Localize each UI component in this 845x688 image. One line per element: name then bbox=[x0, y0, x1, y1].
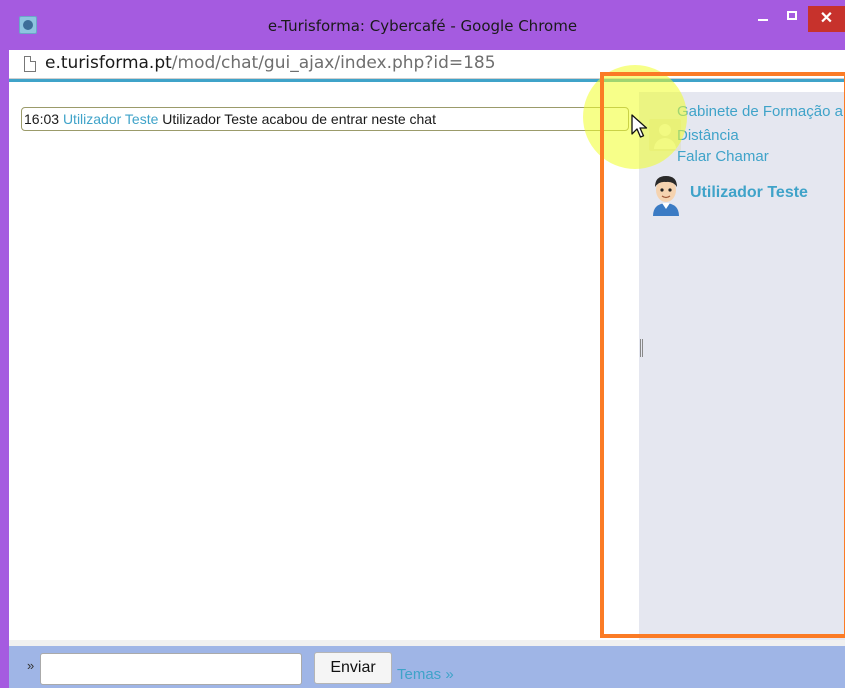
window-titlebar[interactable]: e-Turisforma: Cybercafé - Google Chrome … bbox=[0, 0, 845, 50]
send-button[interactable]: Enviar bbox=[314, 652, 392, 684]
message-time: 16:03 bbox=[24, 111, 60, 127]
url-domain: e.turisforma.pt bbox=[45, 53, 172, 73]
window-title: e-Turisforma: Cybercafé - Google Chrome bbox=[267, 17, 578, 35]
themes-link[interactable]: Temas » bbox=[397, 666, 454, 683]
url-path: /mod/chat/gui_ajax/index.php?id=185 bbox=[171, 53, 496, 73]
close-button[interactable]: ✕ bbox=[808, 6, 845, 32]
page-icon bbox=[24, 56, 36, 72]
url-text[interactable]: e.turisforma.pt/mod/chat/gui_ajax/index.… bbox=[45, 53, 496, 73]
minimize-button[interactable] bbox=[746, 4, 780, 32]
message-text: Utilizador Teste acabou de entrar neste … bbox=[162, 111, 436, 127]
message-user-link[interactable]: Utilizador Teste bbox=[63, 111, 158, 127]
mouse-pointer-icon bbox=[631, 114, 648, 138]
prompt-glyph: » bbox=[27, 658, 35, 673]
message-input[interactable] bbox=[40, 653, 302, 685]
message-input-bar: » Enviar Temas » bbox=[9, 640, 845, 688]
highlight-frame bbox=[600, 72, 845, 638]
maximize-button[interactable] bbox=[776, 4, 810, 32]
chat-message: 16:03 Utilizador Teste Utilizador Teste … bbox=[21, 107, 629, 131]
